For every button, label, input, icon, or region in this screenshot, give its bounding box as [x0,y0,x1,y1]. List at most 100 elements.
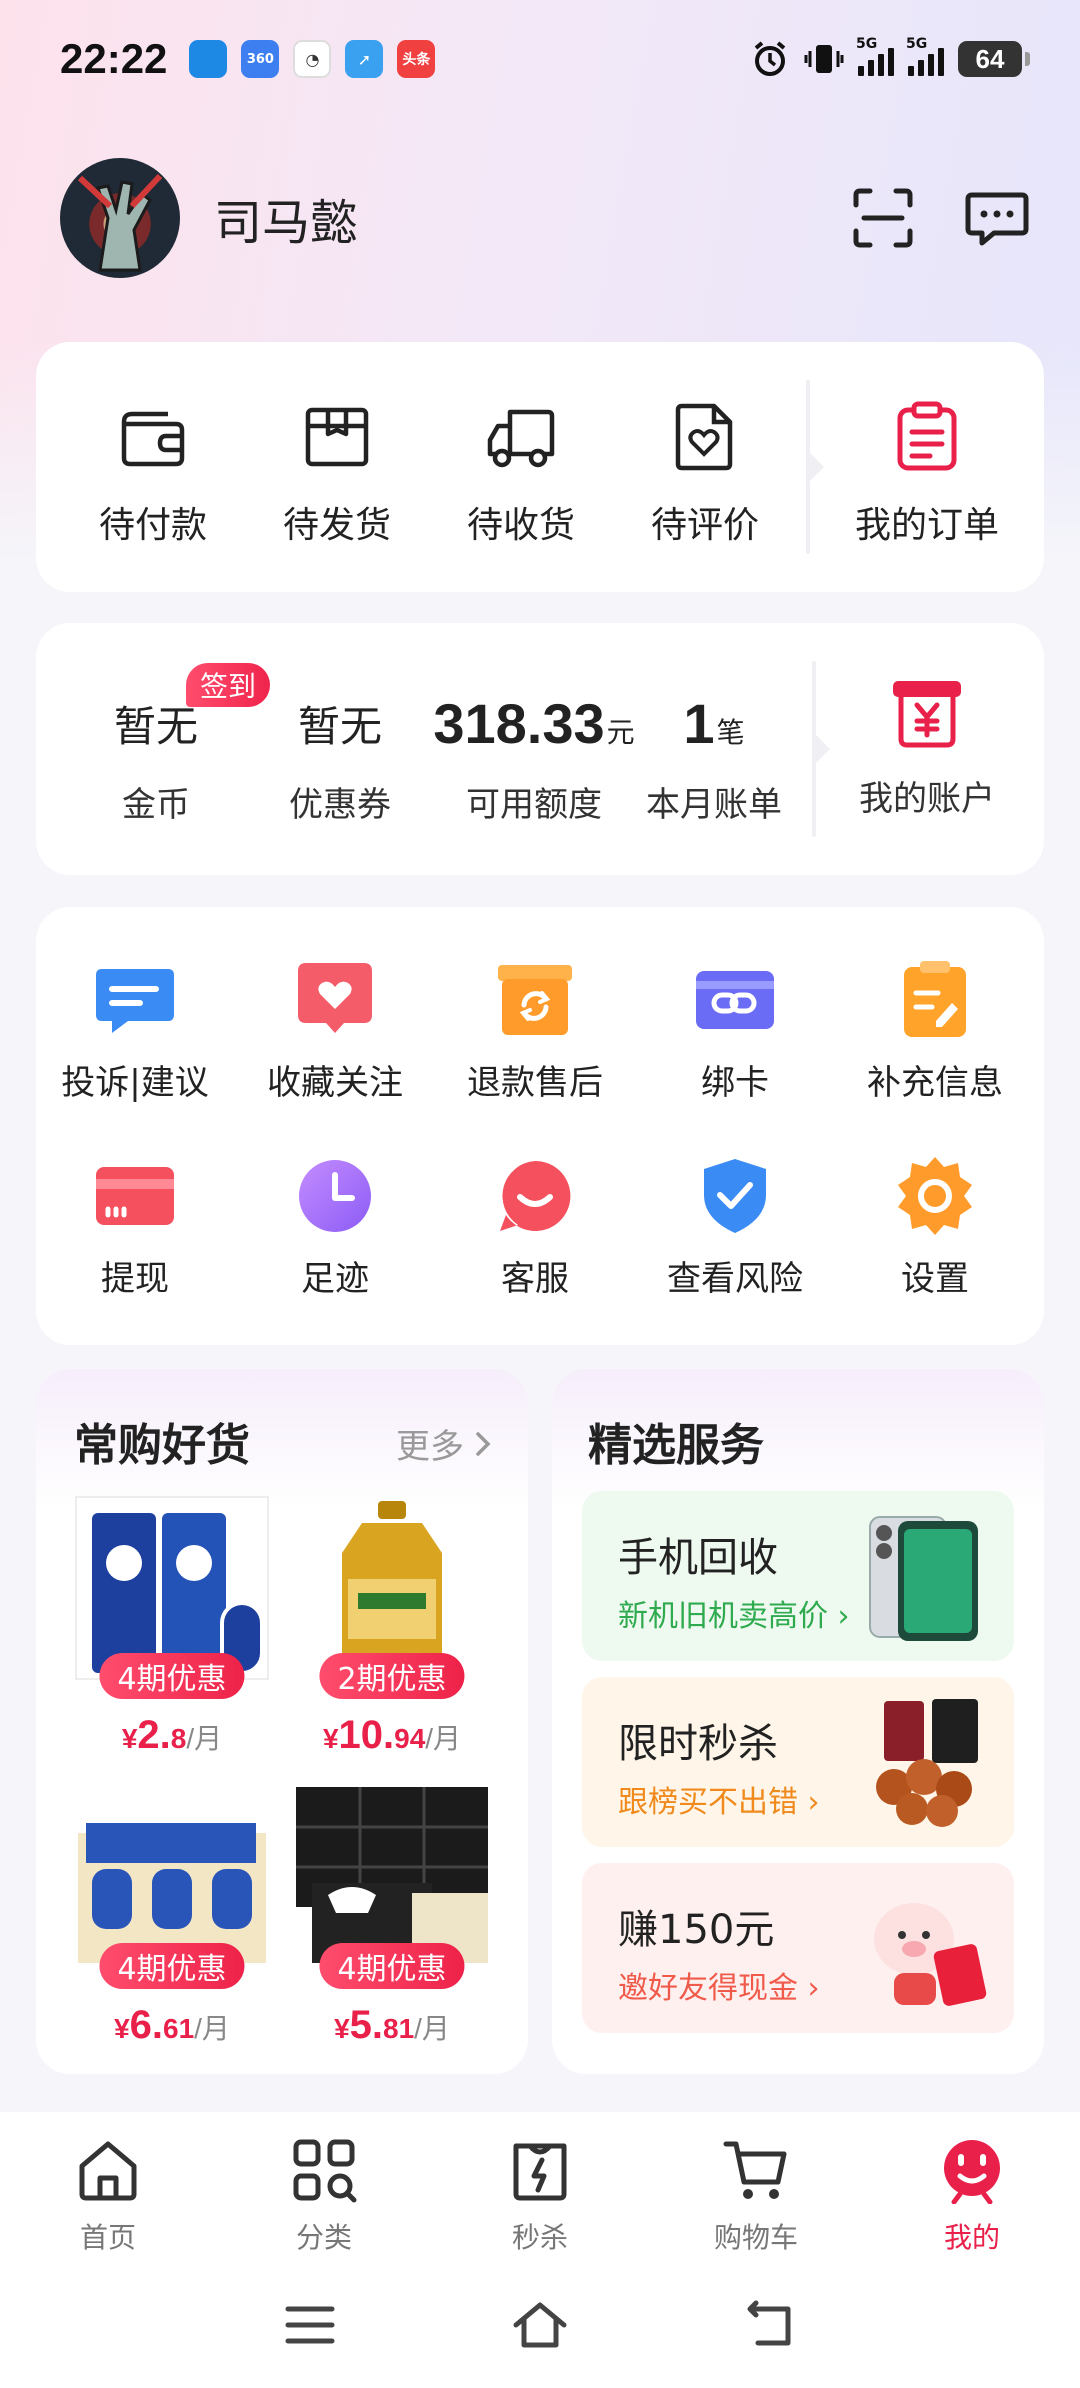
red-envelope-mascot-image [874,1903,987,2006]
chevron-right-icon [476,1431,491,1456]
product-image: 4期优惠 [72,1783,272,1989]
order-pending-payment[interactable]: 待付款 [78,400,228,548]
installment-badge: 4期优惠 [99,1943,245,1989]
invite-reward-entry[interactable]: 赚150元 邀好友得现金 › [582,1863,1014,2033]
gear-icon [898,1157,972,1235]
truck-icon [487,409,555,468]
mine-icon [944,2140,1000,2204]
heart-icon [298,963,372,1033]
coupons-item[interactable]: 暂无 优惠券 [250,691,430,826]
frequent-goods-card: 常购好货 更多 4期优惠 ¥2.8/月 2期优惠 ¥10.94/月 4期优惠 ¥… [36,1369,528,2074]
featured-services-card: 精选服务 手机回收 新机旧机卖高价 › 限时秒杀 跟榜买不出错 › 赚150元 … [552,1369,1044,2074]
message-icon[interactable] [964,185,1030,251]
product-card[interactable]: 2期优惠 ¥10.94/月 [292,1493,492,1758]
tab-home[interactable]: 首页 [0,2112,216,2262]
battery-indicator: 64 [958,41,1030,77]
product-image: 4期优惠 [72,1493,272,1699]
bottom-tab-bar: 首页 分类 秒杀 购物车 我的 [0,2112,1080,2262]
shield-check-icon [704,1159,766,1233]
order-pending-shipment[interactable]: 待发货 [262,400,412,548]
home-icon [79,2141,137,2201]
header-actions [850,185,1030,251]
service-complaint[interactable]: 投诉|建议 [40,957,230,1104]
tab-mine[interactable]: 我的 [864,2112,1080,2262]
service-supplement-info[interactable]: 补充信息 [840,957,1030,1104]
username[interactable]: 司马懿 [214,183,358,253]
clock-icon [299,1160,371,1232]
status-bar: 22:22 360 ◔ ➚ 头条 5G 5G 64 [0,0,1080,118]
review-icon [675,403,733,471]
divider [806,380,824,554]
order-pending-review[interactable]: 待评价 [630,400,780,548]
avatar-image [77,173,163,272]
my-orders-button[interactable]: 我的订单 [842,400,1012,548]
baidu-360-icon: 360 [241,40,280,78]
goods-title: 常购好货 [74,1420,250,1471]
card-icon [96,1167,174,1225]
bill-unit: 笔 [716,717,745,748]
product-card[interactable]: 4期优惠 ¥2.8/月 [72,1493,272,1758]
cart-icon [723,2141,787,2199]
service-customer-service[interactable]: 客服 [440,1153,630,1300]
clock-icon: ◔ [293,40,332,78]
signal-icon: 5G [856,36,894,76]
tab-flash-sale[interactable]: 秒杀 [432,2112,648,2262]
category-icon [293,2139,357,2203]
service-risk-check[interactable]: 查看风险 [640,1153,830,1300]
alarm-icon [754,41,786,76]
tab-cart[interactable]: 购物车 [648,2112,864,2262]
more-link[interactable]: 更多 [396,1419,492,1468]
yen-bill-icon [893,681,961,748]
order-pending-receipt[interactable]: 待收货 [446,400,596,548]
available-credit-item[interactable]: 318.33 元 可用额度 [433,691,634,826]
package-icon [305,407,369,467]
back-icon[interactable] [740,2295,800,2355]
tab-category[interactable]: 分类 [216,2112,432,2262]
bill-count: 1 [683,691,715,755]
signal-icon: 5G [906,36,944,76]
coins-item[interactable]: 暂无 金币 [66,691,246,826]
featured-title: 精选服务 [588,1420,764,1471]
order-list-icon [897,401,957,471]
avatar[interactable] [60,158,180,278]
phone-recycle-entry[interactable]: 手机回收 新机旧机卖高价 › [582,1491,1014,1661]
divider [812,661,830,837]
edit-doc-icon [904,961,966,1037]
orders-card: 待付款 待发货 待收货 待评价 我的订单 [36,342,1044,592]
refund-box-icon [498,965,572,1035]
menu-icon[interactable] [280,2295,340,2355]
service-withdraw[interactable]: 提现 [40,1153,230,1300]
chat-bubble-icon [96,969,174,1033]
app-icon [189,40,228,78]
scan-icon[interactable] [850,185,916,251]
product-image: 4期优惠 [292,1783,492,1989]
flash-sale-entry[interactable]: 限时秒杀 跟榜买不出错 › [582,1677,1014,1847]
profile-header: 司马懿 [60,158,358,278]
product-image: 2期优惠 [292,1493,492,1699]
system-nav-bar [0,2262,1080,2388]
service-favorites[interactable]: 收藏关注 [240,957,430,1104]
account-card: 暂无 金币 签到 暂无 优惠券 318.33 元 可用额度 1笔 本月账单 我的账… [36,623,1044,875]
home-nav-icon[interactable] [510,2295,570,2355]
installment-badge: 4期优惠 [319,1943,465,1989]
toutiao-icon: 头条 [397,40,436,78]
product-price: ¥5.81/月 [334,2003,450,2047]
installment-badge: 2期优惠 [319,1653,465,1699]
service-footprint[interactable]: 足迹 [240,1153,430,1300]
my-account-button[interactable]: 我的账户 [842,673,1012,820]
wallet-icon [121,411,185,467]
product-card[interactable]: 4期优惠 ¥5.81/月 [292,1783,492,2048]
services-card: 投诉|建议 收藏关注 退款售后 绑卡 补充信息 提现 足迹 客服 查看风险 设置 [36,907,1044,1345]
service-bind-card[interactable]: 绑卡 [640,957,830,1104]
product-price: ¥10.94/月 [322,1713,462,1757]
flash-bag-icon [513,2143,567,2201]
service-settings[interactable]: 设置 [840,1153,1030,1300]
product-price: ¥6.61/月 [114,2003,230,2047]
product-card[interactable]: 4期优惠 ¥6.61/月 [72,1783,272,2048]
link-card-icon [696,971,774,1029]
service-refund[interactable]: 退款售后 [440,957,630,1104]
browser-icon: ➚ [345,40,384,78]
smile-icon [500,1160,571,1231]
monthly-bill-item[interactable]: 1笔 本月账单 [624,691,804,826]
status-time: 22:22 [60,35,168,82]
